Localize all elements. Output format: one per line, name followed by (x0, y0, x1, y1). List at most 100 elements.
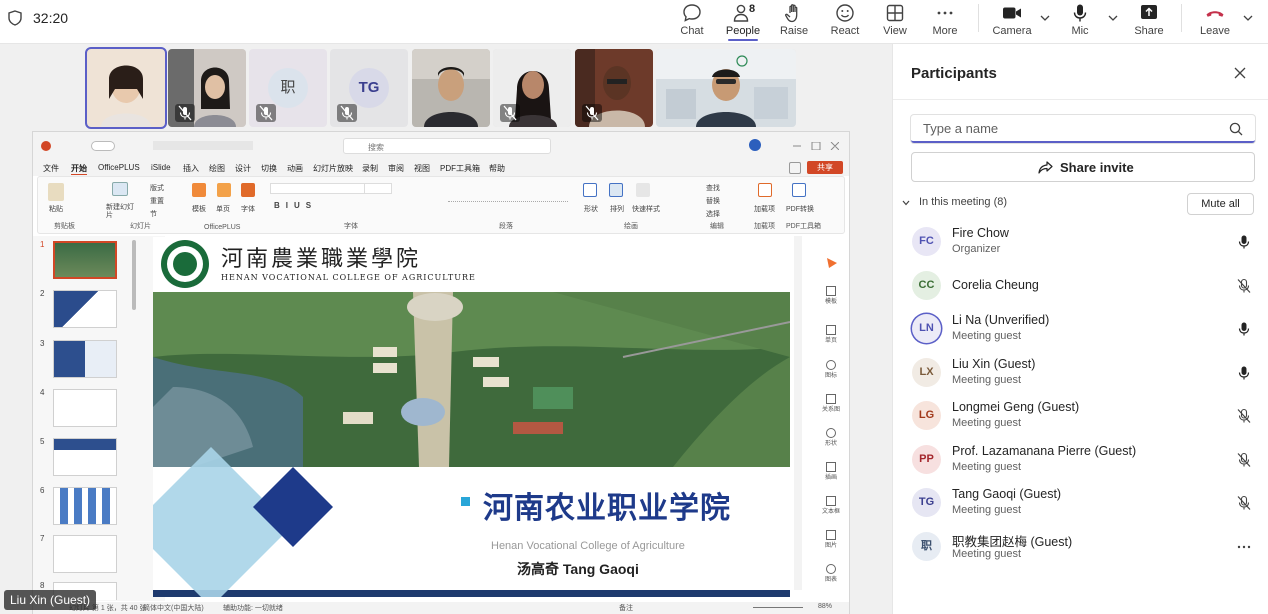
video-tile[interactable] (656, 49, 796, 127)
camera-options-chevron-icon[interactable] (1039, 12, 1051, 24)
video-tile[interactable] (168, 49, 246, 127)
menu-home[interactable]: 开始 (71, 163, 87, 175)
find-button[interactable]: 查找 (706, 183, 720, 193)
more-button[interactable]: More (920, 0, 970, 44)
leave-options-chevron-icon[interactable] (1242, 12, 1254, 24)
slide-thumbnail[interactable] (53, 290, 117, 328)
people-button[interactable]: 8 People (718, 0, 768, 44)
chat-button[interactable]: Chat (667, 0, 717, 44)
quick-styles-icon[interactable] (636, 183, 650, 197)
side-tool-shapes[interactable]: 形状 (815, 428, 847, 447)
participant-mic-status[interactable] (1236, 321, 1252, 337)
autosave-toggle[interactable] (91, 141, 115, 151)
zoom-slider[interactable] (753, 607, 803, 608)
participant-row[interactable]: FC Fire Chow Organizer (893, 221, 1268, 264)
reset-button[interactable]: 重置 (150, 196, 164, 206)
participant-row[interactable]: LG Longmei Geng (Guest) Meeting guest (893, 395, 1268, 438)
mute-all-button[interactable]: Mute all (1187, 193, 1254, 215)
participant-row[interactable]: PP Prof. Lazamanana Pierre (Guest) Meeting… (893, 439, 1268, 482)
menu-slideshow[interactable]: 幻灯片放映 (313, 163, 353, 174)
participant-row[interactable]: TG Tang Gaoqi (Guest) Meeting guest (893, 482, 1268, 525)
slide-thumbnail[interactable] (53, 535, 117, 573)
menu-insert[interactable]: 插入 (183, 163, 199, 174)
window-controls-icon[interactable] (793, 142, 839, 150)
menu-officeplus[interactable]: OfficePLUS (98, 163, 140, 172)
close-icon[interactable] (1233, 66, 1247, 80)
view-button[interactable]: View (870, 0, 920, 44)
new-slide-icon[interactable] (112, 182, 128, 196)
slide-scrollbar[interactable] (794, 236, 802, 590)
pdf-convert-icon[interactable] (792, 183, 806, 197)
ppt-search-box[interactable]: 搜索 (343, 138, 551, 154)
slide-thumbnail[interactable] (53, 487, 117, 525)
participant-row[interactable]: 职职教集团赵梅 (Guest) Meeting guest (893, 526, 1268, 569)
participant-search-input[interactable]: Type a name (911, 115, 1255, 143)
language-status[interactable]: 简体中文(中国大陆) (143, 603, 204, 613)
side-tool-illustration[interactable]: 插画 (815, 462, 847, 481)
menu-transitions[interactable]: 切换 (261, 163, 277, 174)
side-tool-icons[interactable]: 图标 (815, 360, 847, 379)
participant-row[interactable]: LN Li Na (Unverified) Meeting guest (893, 308, 1268, 351)
account-avatar[interactable] (749, 139, 761, 151)
side-tool-textbox[interactable]: 文本框 (815, 496, 847, 515)
template-icon[interactable] (192, 183, 206, 197)
slide-thumbnail[interactable] (53, 340, 117, 378)
menu-review[interactable]: 审阅 (388, 163, 404, 174)
participant-mic-status[interactable] (1236, 278, 1252, 294)
mic-button[interactable]: Mic (1055, 0, 1105, 44)
menu-record[interactable]: 录制 (362, 163, 378, 174)
slide-thumbnail[interactable] (53, 389, 117, 427)
side-tool-picture[interactable]: 图片 (815, 530, 847, 549)
accessibility-status[interactable]: 辅助功能: 一切就绪 (223, 603, 283, 613)
slide-thumbnail[interactable] (53, 438, 117, 476)
react-button[interactable]: React (820, 0, 870, 44)
share-invite-button[interactable]: Share invite (911, 152, 1255, 182)
paragraph-controls[interactable] (448, 201, 568, 211)
comment-icon[interactable] (789, 162, 801, 174)
menu-animations[interactable]: 动画 (287, 163, 303, 174)
video-tile[interactable] (575, 49, 653, 127)
menu-pdf-toolbox[interactable]: PDF工具箱 (440, 163, 480, 174)
participant-mic-status[interactable] (1236, 495, 1252, 511)
participant-more-button[interactable] (1236, 539, 1252, 555)
mic-options-chevron-icon[interactable] (1107, 12, 1119, 24)
menu-islide[interactable]: iSlide (151, 163, 171, 172)
menu-help[interactable]: 帮助 (489, 163, 505, 174)
menu-view[interactable]: 视图 (414, 163, 430, 174)
camera-button[interactable]: Camera (987, 0, 1037, 44)
participant-row[interactable]: LX Liu Xin (Guest) Meeting guest (893, 352, 1268, 395)
avatar-tile[interactable]: TG (330, 49, 408, 127)
leave-button[interactable]: Leave (1190, 0, 1240, 44)
participant-row[interactable]: CC Corelia Cheung (893, 265, 1268, 308)
menu-design[interactable]: 设计 (235, 163, 251, 174)
ppt-share-button[interactable]: 共享 (807, 161, 843, 174)
avatar-tile[interactable]: 职 (249, 49, 327, 127)
side-tool-template[interactable]: 模板 (815, 286, 847, 305)
raise-hand-button[interactable]: Raise (769, 0, 819, 44)
participant-mic-status[interactable] (1236, 234, 1252, 250)
replace-button[interactable]: 替换 (706, 196, 720, 206)
side-tool-chart[interactable]: 图表 (815, 564, 847, 583)
section-button[interactable]: 节 (150, 209, 157, 219)
paste-icon[interactable] (48, 183, 64, 201)
participant-mic-status[interactable] (1236, 408, 1252, 424)
video-tile[interactable] (85, 47, 167, 129)
participant-mic-status[interactable] (1236, 452, 1252, 468)
arrange-icon[interactable] (609, 183, 623, 197)
video-tile[interactable] (412, 49, 490, 127)
select-button[interactable]: 选择 (706, 209, 720, 219)
layout-button[interactable]: 版式 (150, 183, 164, 193)
notes-button[interactable]: 备注 (619, 603, 633, 613)
thumbnail-scrollbar[interactable] (132, 240, 136, 310)
font-style-buttons[interactable]: BIUS (274, 201, 317, 210)
font-icon[interactable] (241, 183, 255, 197)
video-tile[interactable] (493, 49, 571, 127)
share-button[interactable]: Share (1124, 0, 1174, 44)
add-ins-icon[interactable] (758, 183, 772, 197)
menu-file[interactable]: 文件 (43, 163, 59, 174)
menu-draw[interactable]: 绘图 (209, 163, 225, 174)
shapes-icon[interactable] (583, 183, 597, 197)
side-tool-single-page[interactable]: 单页 (815, 325, 847, 344)
slide-thumbnail[interactable] (53, 241, 117, 279)
zoom-level[interactable]: 88% (818, 603, 832, 610)
